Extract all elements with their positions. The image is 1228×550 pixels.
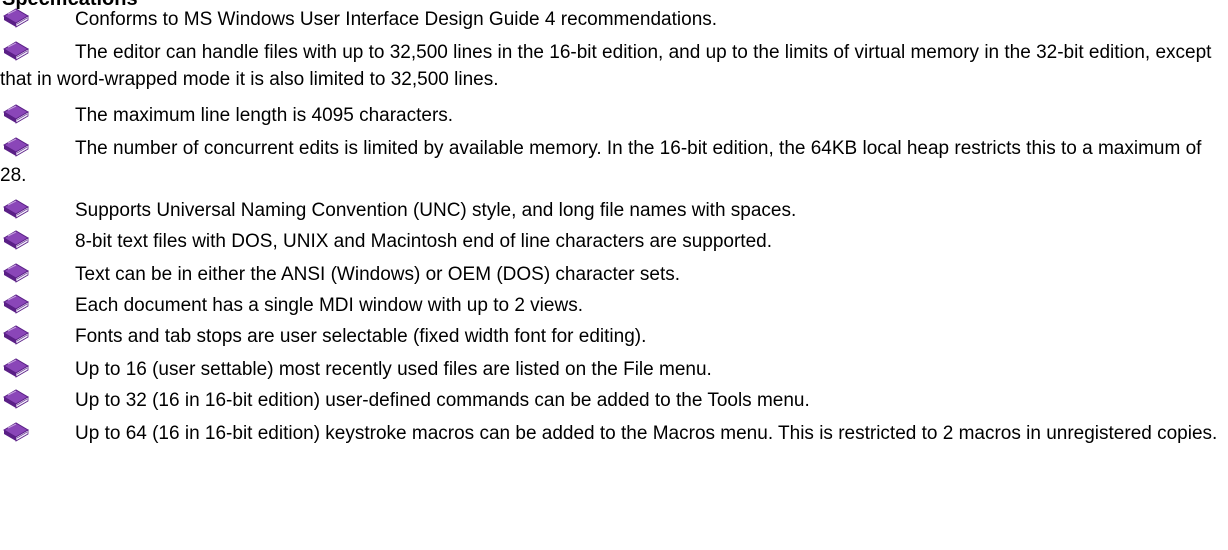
purple-book-icon — [1, 262, 31, 284]
list-item-text: Each document has a single MDI window wi… — [75, 295, 583, 316]
list-item: The editor can handle files with up to 3… — [0, 39, 1224, 93]
list-item-text: Up to 64 (16 in 16-bit edition) keystrok… — [75, 423, 1218, 444]
list-item: Conforms to MS Windows User Interface De… — [0, 6, 1224, 33]
purple-book-icon — [1, 7, 31, 29]
list-item: Up to 32 (16 in 16-bit edition) user-def… — [0, 387, 1224, 414]
purple-book-icon — [1, 324, 31, 346]
list-item: Up to 64 (16 in 16-bit edition) keystrok… — [0, 420, 1224, 447]
list-item: Supports Universal Naming Convention (UN… — [0, 197, 1224, 224]
list-item-text: The number of concurrent edits is limite… — [0, 138, 1202, 186]
list-item: Up to 16 (user settable) most recently u… — [0, 356, 1224, 383]
purple-book-icon — [1, 293, 31, 315]
purple-book-icon — [1, 136, 31, 158]
purple-book-icon — [1, 357, 31, 379]
list-item-text: Up to 32 (16 in 16-bit edition) user-def… — [75, 390, 810, 411]
list-item: Each document has a single MDI window wi… — [0, 292, 1224, 319]
list-item-text: Fonts and tab stops are user selectable … — [75, 326, 647, 347]
purple-book-icon — [1, 421, 31, 443]
list-item-text: Supports Universal Naming Convention (UN… — [75, 200, 797, 221]
purple-book-icon — [1, 103, 31, 125]
list-item: Text can be in either the ANSI (Windows)… — [0, 261, 1224, 288]
list-item-text: 8-bit text files with DOS, UNIX and Maci… — [75, 231, 772, 252]
help-page: Specifications Conforms to MS Windows Us… — [0, 0, 1228, 550]
list-item-text: Up to 16 (user settable) most recently u… — [75, 359, 712, 380]
purple-book-icon — [1, 229, 31, 251]
list-item: The maximum line length is 4095 characte… — [0, 102, 1224, 129]
purple-book-icon — [1, 388, 31, 410]
purple-book-icon — [1, 198, 31, 220]
list-item-text: Text can be in either the ANSI (Windows)… — [75, 264, 681, 285]
list-item-text: Conforms to MS Windows User Interface De… — [75, 9, 718, 30]
list-item: 8-bit text files with DOS, UNIX and Maci… — [0, 228, 1224, 255]
list-item-text: The editor can handle files with up to 3… — [0, 42, 1212, 90]
list-item: Fonts and tab stops are user selectable … — [0, 323, 1224, 350]
list-item: The number of concurrent edits is limite… — [0, 135, 1224, 189]
purple-book-icon — [1, 40, 31, 62]
list-item-text: The maximum line length is 4095 characte… — [75, 105, 454, 126]
